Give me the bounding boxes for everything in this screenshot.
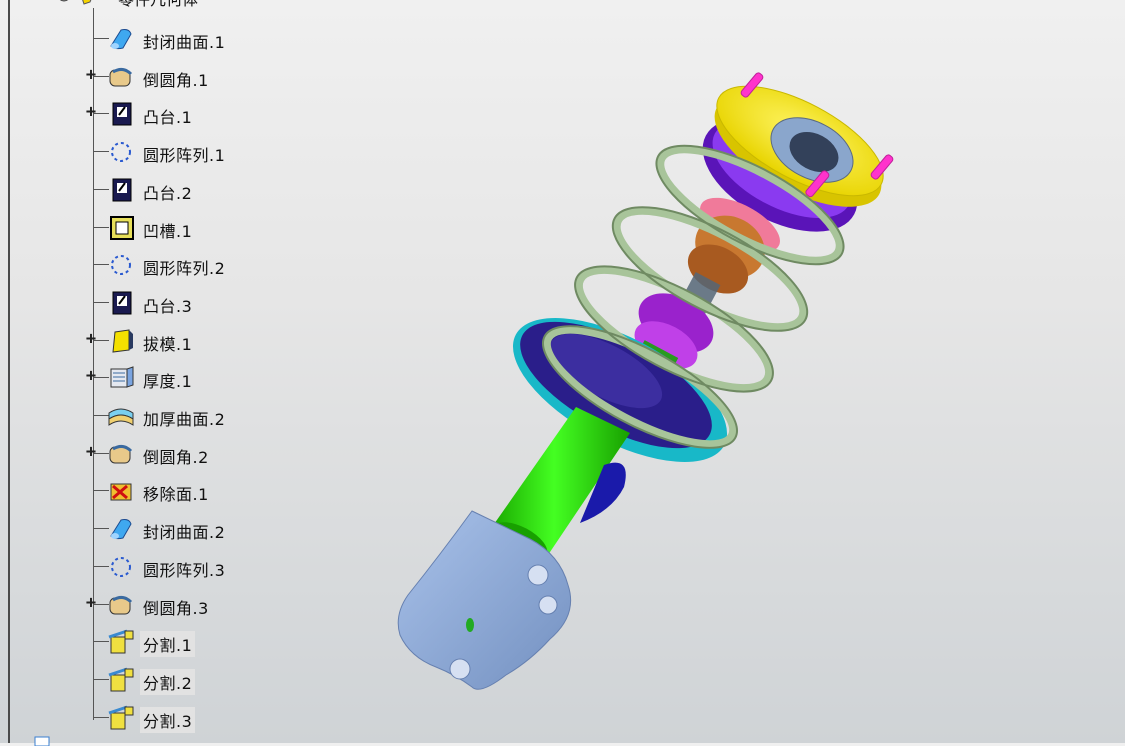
- tree-node-label: 圆形阵列.3: [143, 560, 226, 580]
- thick-surface-icon: [107, 403, 135, 429]
- tree-node-label: 凸台.2: [143, 183, 193, 203]
- tree-node[interactable]: 圆形阵列.2: [0, 246, 380, 284]
- part-body-icon: [59, 0, 92, 5]
- tree-node-label: 加厚曲面.2: [143, 410, 226, 429]
- tree-node[interactable]: 圆形阵列.3: [0, 548, 380, 586]
- tree-node[interactable]: 凸台.2: [0, 171, 380, 209]
- pad-icon: [107, 101, 135, 127]
- circular-pattern-icon: [107, 139, 135, 165]
- split-icon: [107, 667, 135, 693]
- thickness-icon: [107, 365, 135, 391]
- tree-node-label: 零件几何体: [118, 0, 198, 10]
- expand-toggle-icon[interactable]: +: [84, 594, 98, 611]
- expand-toggle-icon[interactable]: +: [84, 104, 98, 121]
- circular-pattern-icon: [107, 252, 135, 278]
- tree-node[interactable]: 移除面.1: [0, 472, 380, 510]
- tree-node[interactable]: 圆形阵列.1: [0, 133, 380, 171]
- edge-fillet-icon: [107, 592, 135, 618]
- strut-assembly-model[interactable]: [380, 55, 920, 715]
- remove-face-icon: [107, 478, 135, 504]
- expand-toggle-icon[interactable]: +: [84, 368, 98, 385]
- tree-node-label: 倒圆角.2: [143, 447, 209, 467]
- tree-node-label: 分割.2: [140, 668, 196, 695]
- tree-node[interactable]: 封闭曲面.1: [0, 20, 380, 58]
- close-surface-icon: [107, 516, 135, 542]
- expand-toggle-icon[interactable]: +: [84, 443, 98, 460]
- tree-node-part-body[interactable]: 零件几何体: [54, 0, 254, 10]
- pad-icon: [107, 290, 135, 316]
- pocket-icon: [107, 215, 135, 241]
- tree-node-label: 凸台.3: [143, 296, 193, 316]
- split-icon: [107, 705, 135, 731]
- tree-node[interactable]: 封闭曲面.2: [0, 510, 380, 548]
- tree-node-label: 拔模.1: [143, 334, 193, 354]
- tree-node-label: 倒圆角.1: [143, 70, 209, 90]
- tree-node-label: 厚度.1: [143, 372, 193, 392]
- edge-fillet-icon: [107, 441, 135, 467]
- tree-node-label: 圆形阵列.2: [143, 259, 226, 279]
- tree-node[interactable]: + 倒圆角.2: [0, 435, 380, 473]
- circular-pattern-icon: [107, 554, 135, 580]
- edge-fillet-icon: [107, 64, 135, 90]
- document-icon: [34, 736, 50, 746]
- tree-node[interactable]: + 厚度.1: [0, 359, 380, 397]
- 3d-viewport[interactable]: 零件几何体 封闭曲面.1 + 倒圆角.1 + 凸台.1 圆形阵列.1 凸台.2 凹槽.1 圆形阵…: [0, 0, 1125, 746]
- tree-node[interactable]: 凹槽.1: [0, 209, 380, 247]
- tree-node[interactable]: 分割.3: [0, 699, 380, 737]
- tree-node[interactable]: + 拔模.1: [0, 322, 380, 360]
- tree-node-label: 分割.1: [140, 631, 196, 658]
- tree-node-label: 封闭曲面.1: [143, 33, 226, 52]
- tree-node[interactable]: + 凸台.1: [0, 95, 380, 133]
- draft-icon: [107, 328, 135, 354]
- tree-node[interactable]: 分割.1: [0, 623, 380, 661]
- tree-node-label: 凹槽.1: [143, 221, 193, 241]
- tree-node-label: 凸台.1: [143, 108, 193, 128]
- tree-node[interactable]: 凸台.3: [0, 284, 380, 322]
- tree-node[interactable]: + 倒圆角.1: [0, 58, 380, 96]
- split-icon: [107, 629, 135, 655]
- close-surface-icon: [107, 26, 135, 52]
- tree-node-label: 封闭曲面.2: [143, 523, 226, 543]
- tree-node[interactable]: 加厚曲面.2: [0, 397, 380, 435]
- tree-node-label: 移除面.1: [143, 485, 209, 505]
- expand-toggle-icon[interactable]: +: [84, 330, 98, 347]
- tree-node[interactable]: 分割.2: [0, 661, 380, 699]
- pad-icon: [107, 177, 135, 203]
- expand-toggle-icon[interactable]: +: [84, 66, 98, 83]
- tree-node[interactable]: + 倒圆角.3: [0, 586, 380, 624]
- tree-node-label: 分割.3: [140, 706, 196, 733]
- tree-node-label: 倒圆角.3: [143, 598, 209, 618]
- tree-node-label: 圆形阵列.1: [143, 146, 226, 166]
